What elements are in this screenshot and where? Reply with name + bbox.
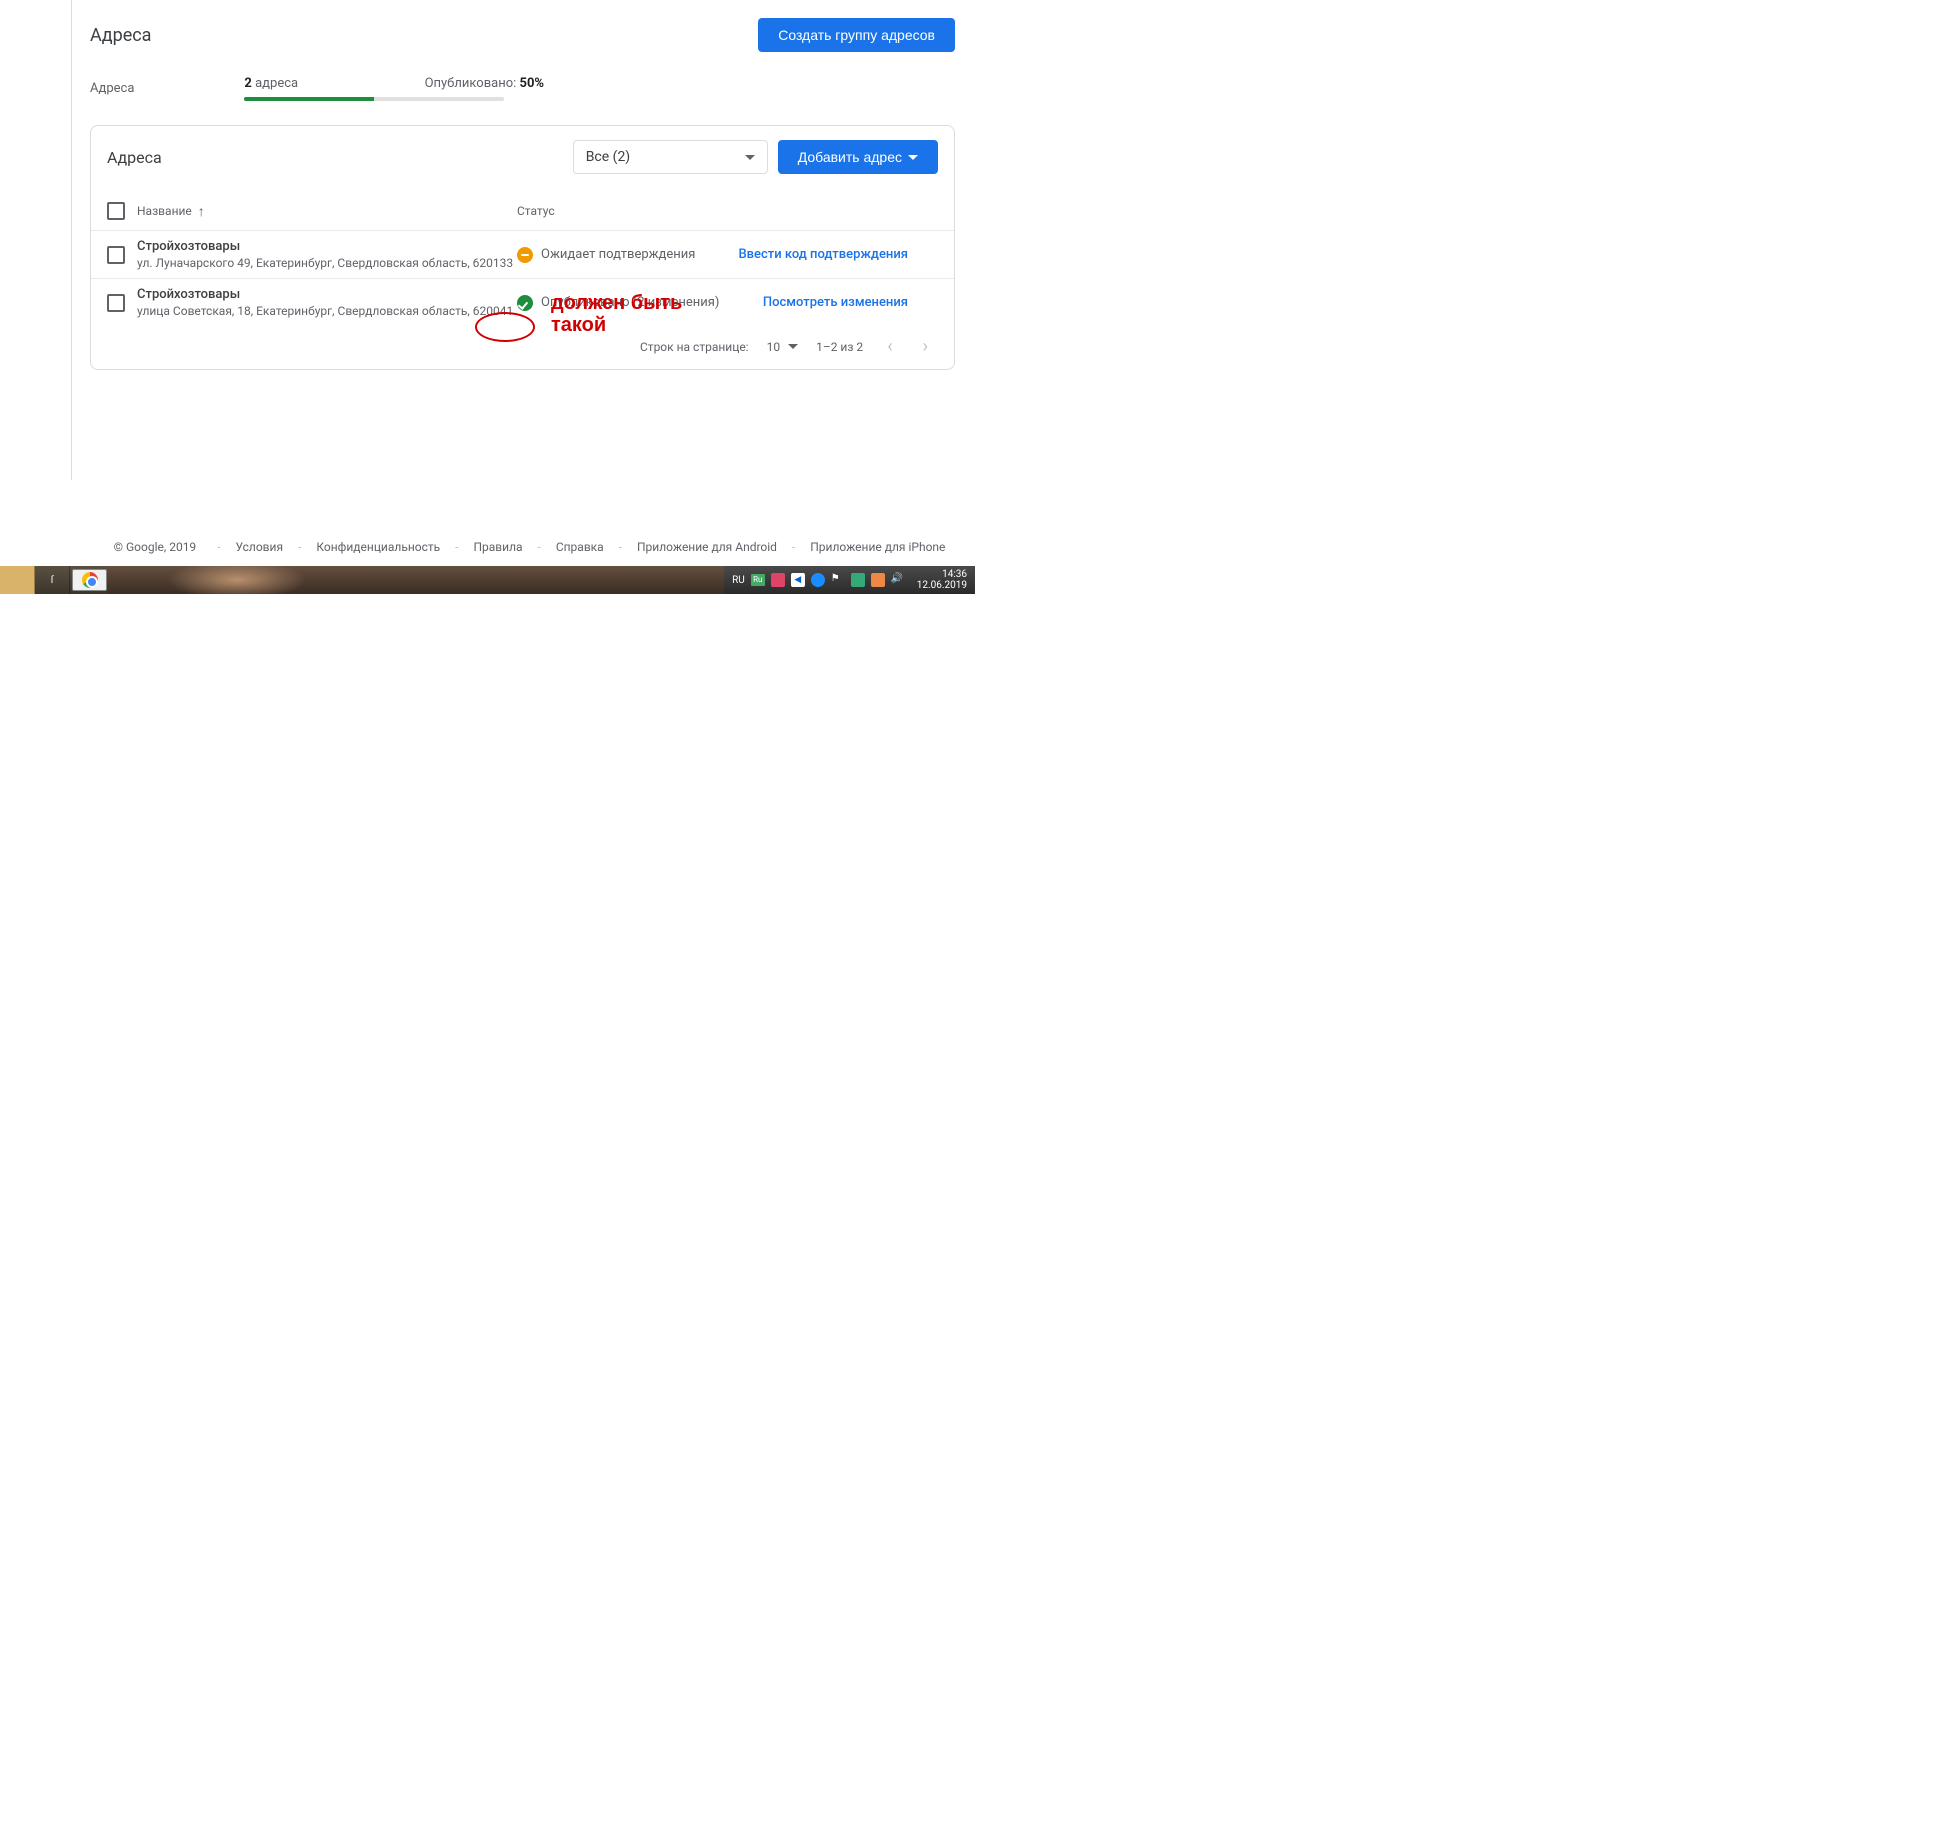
footer-link[interactable]: Приложение для iPhone xyxy=(810,540,945,554)
pager-range: 1–2 из 2 xyxy=(816,340,863,354)
tray-flag-icon[interactable]: ⚑ xyxy=(831,573,845,587)
addresses-card: должен бытьтакой Адреса Все (2) Добавить… xyxy=(90,125,955,370)
progress-bar xyxy=(244,97,504,101)
page-title: Адреса xyxy=(90,25,151,46)
check-circle-icon xyxy=(517,295,533,311)
tray-icon[interactable] xyxy=(771,573,785,587)
table-row[interactable]: Стройхозтовары улица Советская, 18, Екате… xyxy=(91,279,954,326)
create-address-group-button[interactable]: Создать группу адресов xyxy=(758,18,955,52)
chrome-icon xyxy=(82,572,98,588)
row-status: Опубликовано (2 изменения) xyxy=(517,295,727,311)
pager-next-button[interactable]: › xyxy=(917,336,934,357)
rows-per-page-select[interactable]: 10 xyxy=(767,340,799,354)
rows-per-page-label: Строк на странице: xyxy=(640,340,749,354)
row-name: Стройхозтовары xyxy=(137,287,513,302)
caret-down-icon xyxy=(908,155,918,160)
row-action-link[interactable]: Посмотреть изменения xyxy=(763,295,908,310)
caret-down-icon xyxy=(788,344,798,349)
vertical-divider xyxy=(71,0,72,480)
windows-taskbar[interactable]: ſ RU Ru ◀ ⚑ 🔊 14:36 12.06.2019 xyxy=(0,566,975,594)
summary-count: 2 адреса Опубликовано: 50% xyxy=(244,76,544,91)
filter-select[interactable]: Все (2) xyxy=(573,140,768,174)
card-title: Адреса xyxy=(107,148,162,167)
caret-down-icon xyxy=(745,155,755,160)
tray-volume-icon[interactable]: 🔊 xyxy=(891,573,905,587)
row-action-link[interactable]: Ввести код подтверждения xyxy=(738,247,908,262)
footer-link[interactable]: Условия xyxy=(235,540,283,554)
pending-icon xyxy=(517,247,533,263)
pager-prev-button[interactable]: ‹ xyxy=(881,336,898,357)
tray-lang[interactable]: RU xyxy=(732,575,745,586)
column-status-header[interactable]: Статус xyxy=(517,204,727,218)
summary-label: Адреса xyxy=(90,81,134,96)
tray-icon[interactable]: ◀ xyxy=(791,573,805,587)
row-checkbox[interactable] xyxy=(107,246,125,264)
taskbar-explorer-button[interactable] xyxy=(0,566,35,594)
add-address-button[interactable]: Добавить адрес xyxy=(778,140,938,174)
footer-link[interactable]: Правила xyxy=(473,540,522,554)
row-name: Стройхозтовары xyxy=(137,239,513,254)
tray-icon[interactable] xyxy=(851,573,865,587)
footer-link[interactable]: Справка xyxy=(556,540,604,554)
system-tray[interactable]: RU Ru ◀ ⚑ 🔊 14:36 12.06.2019 xyxy=(724,566,975,594)
summary-row: Адреса 2 адреса Опубликовано: 50% xyxy=(90,76,975,101)
taskbar-app-button[interactable]: ſ xyxy=(35,566,70,594)
tray-icon[interactable] xyxy=(871,573,885,587)
row-checkbox[interactable] xyxy=(107,294,125,312)
select-all-checkbox[interactable] xyxy=(107,202,125,220)
footer-copyright: © Google, 2019 xyxy=(114,540,197,554)
sidebar-item-truncated[interactable]: унты xyxy=(0,38,70,52)
row-address: улица Советская, 18, Екатеринбург, Сверд… xyxy=(137,304,513,318)
table-pager: Строк на странице: 10 1–2 из 2 ‹ › xyxy=(91,326,954,357)
table-row[interactable]: Стройхозтовары ул. Луначарского 49, Екате… xyxy=(91,231,954,279)
tray-icon[interactable] xyxy=(811,573,825,587)
table-header: Название ↑ Статус xyxy=(91,192,954,231)
column-name-header[interactable]: Название ↑ xyxy=(137,203,517,220)
tray-lang-badge[interactable]: Ru xyxy=(751,574,765,586)
sidebar-fragment: унты xyxy=(0,0,70,52)
tray-clock[interactable]: 14:36 12.06.2019 xyxy=(911,569,967,591)
row-status: Ожидает подтверждения xyxy=(517,247,727,263)
footer-link[interactable]: Конфиденциальность xyxy=(316,540,440,554)
sort-ascending-icon: ↑ xyxy=(198,203,205,220)
row-address: ул. Луначарского 49, Екатеринбург, Сверд… xyxy=(137,256,513,270)
taskbar-background xyxy=(107,566,724,594)
footer: © Google, 2019 - Условия - Конфиденциаль… xyxy=(90,540,975,566)
taskbar-chrome-button[interactable] xyxy=(72,569,107,591)
footer-link[interactable]: Приложение для Android xyxy=(637,540,777,554)
